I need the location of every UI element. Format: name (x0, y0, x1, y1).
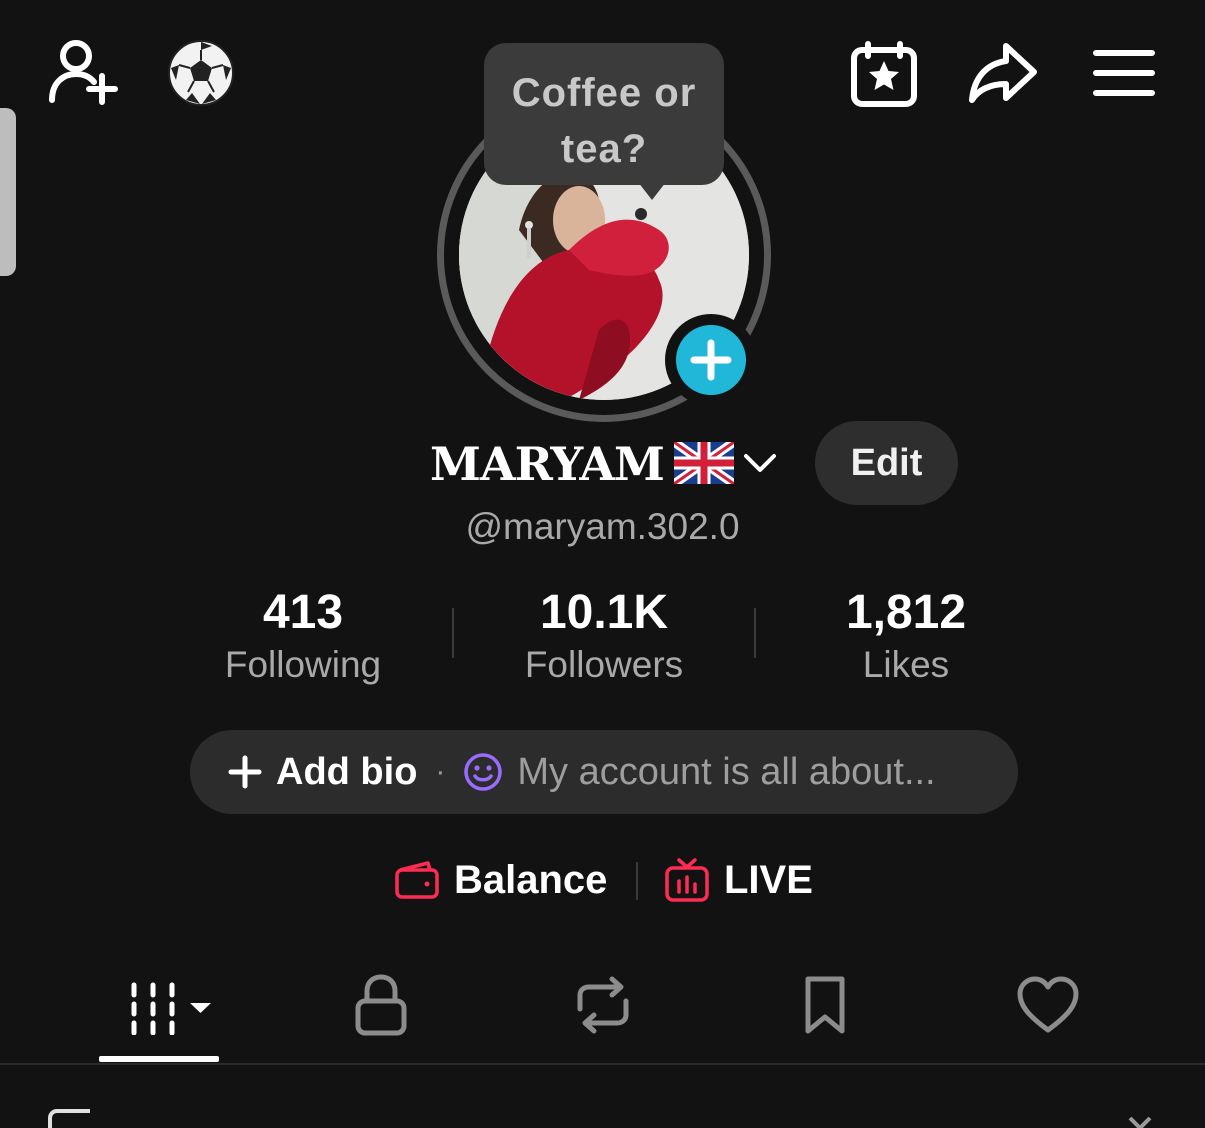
tab-private[interactable] (348, 960, 414, 1050)
note-bubble[interactable]: Coffee or tea? (484, 43, 724, 185)
add-friend-icon[interactable] (46, 38, 122, 108)
plus-icon (228, 755, 262, 789)
stat-likes[interactable]: 1,812 Likes (781, 584, 1031, 688)
chevron-down-icon[interactable] (742, 448, 778, 478)
soccer-ball-icon[interactable] (166, 38, 236, 108)
bookmark-icon (805, 976, 845, 1034)
wallet-icon (395, 861, 439, 899)
stat-label: Followers (524, 644, 684, 685)
stat-value: 1,812 (845, 586, 967, 639)
balance-label: Balance (454, 857, 608, 902)
cropped-row-peek (40, 1108, 1170, 1128)
tab-reposts[interactable] (566, 960, 640, 1050)
live-link[interactable]: LIVE (664, 852, 813, 908)
cropped-content-icon (48, 1109, 1152, 1128)
grid-lines-icon (131, 982, 211, 1035)
note-bubble-tail (638, 182, 666, 200)
profile-tabs (0, 960, 1205, 1064)
heart-icon (1017, 976, 1079, 1033)
stat-following[interactable]: 413 Following (178, 584, 428, 688)
tab-videos[interactable] (124, 960, 216, 1050)
stat-value: 10.1K (539, 586, 669, 639)
link-divider (636, 862, 638, 900)
repost-icon (577, 976, 629, 1034)
uk-flag-icon (674, 442, 734, 484)
live-tv-icon (665, 858, 709, 902)
stat-divider (452, 608, 454, 658)
separator-dot: · (435, 755, 446, 788)
tabs-divider (0, 1063, 1205, 1065)
stat-divider (754, 608, 756, 658)
plus-icon (690, 339, 732, 381)
lock-icon (355, 974, 407, 1036)
live-label: LIVE (724, 857, 813, 902)
username-handle: @maryam.302.0 (465, 506, 740, 547)
add-bio-label: Add bio (276, 750, 418, 793)
add-story-button[interactable] (676, 325, 746, 395)
profile-name[interactable]: MARYAM (430, 432, 665, 496)
stat-followers[interactable]: 10.1K Followers (479, 584, 729, 688)
bio-hint-text: My account is all about... (517, 750, 936, 793)
stat-value: 413 (262, 586, 344, 639)
stat-label: Likes (862, 644, 950, 685)
edit-profile-button[interactable]: Edit (815, 421, 958, 505)
tab-liked[interactable] (1014, 960, 1082, 1050)
side-drawer-handle[interactable] (0, 108, 16, 276)
stat-label: Following (224, 644, 382, 685)
add-bio-button[interactable]: Add bio · My account is all about... (190, 730, 1018, 814)
active-tab-indicator (99, 1056, 219, 1062)
share-icon[interactable] (966, 40, 1040, 106)
smiley-icon (464, 753, 503, 791)
calendar-star-icon[interactable] (848, 40, 920, 108)
balance-link[interactable]: Balance (394, 852, 607, 908)
menu-icon[interactable] (1092, 48, 1156, 98)
tab-saved[interactable] (796, 960, 854, 1050)
